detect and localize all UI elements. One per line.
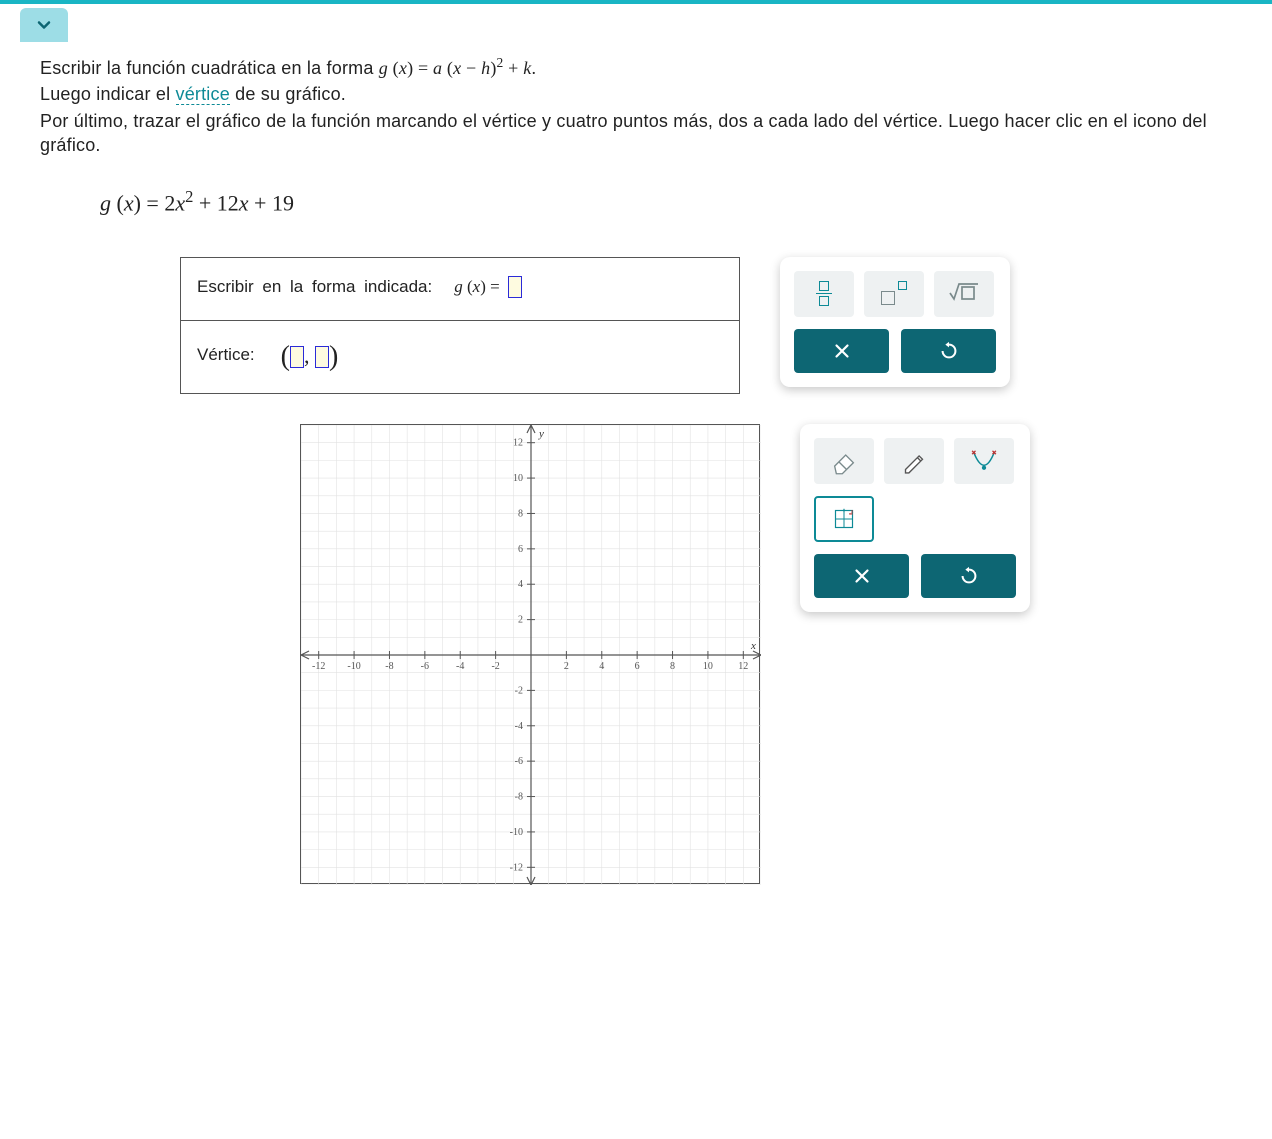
svg-text:6: 6 bbox=[518, 543, 523, 554]
svg-text:-2: -2 bbox=[515, 685, 523, 696]
graph-tool-panel: x bbox=[800, 424, 1030, 612]
sqrt-tool[interactable] bbox=[934, 271, 994, 317]
chevron-down-icon bbox=[34, 15, 54, 35]
svg-text:10: 10 bbox=[513, 473, 523, 484]
fraction-tool[interactable] bbox=[794, 271, 854, 317]
svg-text:8: 8 bbox=[670, 661, 675, 672]
svg-text:-2: -2 bbox=[491, 661, 499, 672]
svg-text:-6: -6 bbox=[421, 661, 429, 672]
vertex-x-input[interactable] bbox=[290, 346, 304, 368]
graph-canvas: -12 -10 -8 -6 -4 -2 2 4 6 8 10 12 -12 -10 -8 -6 -4 -2 2 4 6 8… bbox=[301, 425, 761, 885]
svg-text:4: 4 bbox=[518, 579, 523, 590]
svg-text:-4: -4 bbox=[456, 661, 464, 672]
svg-text:x: x bbox=[750, 640, 756, 652]
pencil-tool[interactable] bbox=[884, 438, 944, 484]
svg-text:-8: -8 bbox=[515, 791, 523, 802]
exponent-icon bbox=[879, 281, 909, 307]
gx-prefix: g (x) = bbox=[454, 277, 499, 297]
svg-text:2: 2 bbox=[564, 661, 569, 672]
svg-text:-12: -12 bbox=[510, 862, 523, 873]
curve-icon bbox=[967, 444, 1001, 478]
svg-text:12: 12 bbox=[513, 437, 523, 448]
vertex-form-formula: g (x) = a (x − h)2 + k. bbox=[379, 58, 536, 78]
close-icon bbox=[851, 565, 873, 587]
svg-text:-6: -6 bbox=[515, 756, 523, 767]
top-accent-bar bbox=[0, 0, 1272, 4]
prompt-text: de su gráfico. bbox=[235, 84, 346, 104]
undo-icon bbox=[938, 340, 960, 362]
svg-text:-8: -8 bbox=[385, 661, 393, 672]
close-icon bbox=[831, 340, 853, 362]
eraser-tool[interactable] bbox=[814, 438, 874, 484]
prompt-text: Luego indicar el bbox=[40, 84, 176, 104]
prompt-text: Escribir la función cuadrática en la for… bbox=[40, 58, 379, 78]
svg-text:6: 6 bbox=[635, 661, 640, 672]
svg-text:-10: -10 bbox=[510, 826, 523, 837]
fit-graph-tool[interactable]: x bbox=[814, 496, 874, 542]
clear-button[interactable] bbox=[794, 329, 889, 373]
answer-input-box: Escribir en la forma indicada: g (x) = V… bbox=[180, 257, 740, 394]
svg-text:x: x bbox=[851, 509, 854, 515]
svg-text:2: 2 bbox=[518, 614, 523, 625]
undo-button[interactable] bbox=[901, 329, 996, 373]
sqrt-icon bbox=[947, 274, 981, 313]
fraction-icon bbox=[816, 281, 832, 307]
vertex-glossary-link[interactable]: vértice bbox=[176, 84, 230, 105]
exponent-tool[interactable] bbox=[864, 271, 924, 317]
graph-clear-button[interactable] bbox=[814, 554, 909, 598]
svg-text:-10: -10 bbox=[347, 661, 360, 672]
expand-button[interactable] bbox=[20, 8, 68, 42]
coordinate-graph[interactable]: -12 -10 -8 -6 -4 -2 2 4 6 8 10 12 -12 -10 -8 -6 -4 -2 2 4 6 8… bbox=[300, 424, 760, 884]
vertex-y-input[interactable] bbox=[315, 346, 329, 368]
prompt-text: Por último, trazar el gráfico de la func… bbox=[40, 109, 1232, 158]
given-function: g (x) = 2x2 + 12x + 19 bbox=[100, 187, 1232, 216]
graph-undo-button[interactable] bbox=[921, 554, 1016, 598]
question-prompt: Escribir la función cuadrática en la for… bbox=[40, 54, 1232, 157]
svg-text:8: 8 bbox=[518, 508, 523, 519]
svg-text:10: 10 bbox=[703, 661, 713, 672]
parabola-tool[interactable] bbox=[954, 438, 1014, 484]
svg-text:12: 12 bbox=[738, 661, 748, 672]
vertex-input-group: (, ) bbox=[281, 339, 339, 371]
pencil-icon bbox=[897, 444, 931, 478]
grid-icon: x bbox=[827, 502, 861, 536]
write-form-label: Escribir en la forma indicada: bbox=[197, 277, 432, 297]
eraser-icon bbox=[827, 444, 861, 478]
undo-icon bbox=[958, 565, 980, 587]
svg-text:y: y bbox=[538, 428, 544, 440]
svg-text:-4: -4 bbox=[515, 720, 523, 731]
math-tool-panel bbox=[780, 257, 1010, 387]
svg-text:-12: -12 bbox=[312, 661, 325, 672]
vertex-label: Vértice: bbox=[197, 345, 255, 365]
vertex-form-input[interactable] bbox=[508, 276, 522, 298]
svg-text:4: 4 bbox=[599, 661, 604, 672]
